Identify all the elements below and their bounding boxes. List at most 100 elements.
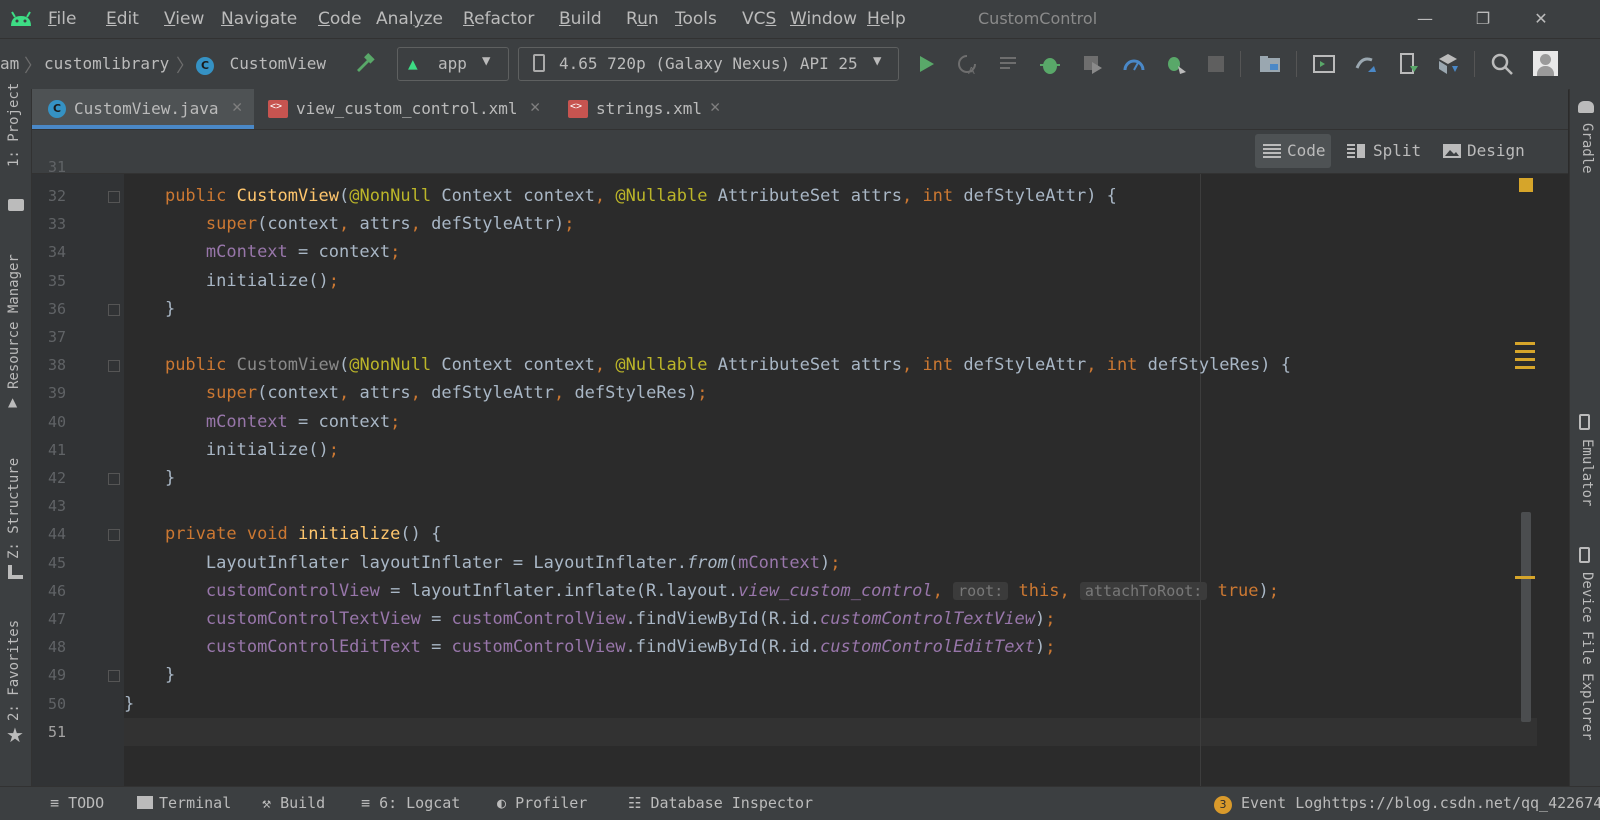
fold-marker-icon[interactable] (108, 360, 120, 373)
breadcrumb-file[interactable]: C CustomView (196, 54, 326, 75)
breadcrumb-separator: 〉 (176, 56, 194, 77)
inspection-status-icon[interactable] (1519, 178, 1533, 192)
editor-tabs: C CustomView.java ✕ view_custom_control.… (32, 89, 1568, 130)
gradle-icon (1578, 101, 1594, 113)
code-token: .findViewById(R.id. (625, 609, 821, 629)
tool-tab-resource-manager[interactable]: Resource Manager (6, 254, 22, 389)
menu-run[interactable]: Run (626, 9, 659, 29)
menu-build[interactable]: Build (559, 9, 602, 29)
close-window-icon[interactable]: ✕ (1528, 6, 1554, 32)
warning-marker[interactable] (1515, 576, 1535, 579)
tool-tab-structure[interactable]: Z: Structure (6, 458, 22, 559)
stop-icon[interactable] (1208, 56, 1224, 72)
warning-marker[interactable] (1515, 342, 1535, 345)
mode-code-button[interactable]: Code (1255, 134, 1331, 168)
code-token: , (338, 383, 360, 404)
phone-icon (533, 54, 545, 72)
menu-help[interactable]: Help (867, 9, 906, 29)
apply-changes-restart-icon[interactable]: A (955, 52, 979, 76)
line-number: 36 (47, 299, 66, 318)
tool-tab-emulator[interactable]: Emulator (1579, 439, 1595, 506)
apply-code-changes-icon[interactable] (998, 52, 1022, 76)
fold-marker-icon[interactable] (108, 303, 120, 316)
debug-icon[interactable] (1038, 52, 1062, 76)
line-number: 35 (47, 271, 66, 290)
editor-scrollbar[interactable] (1515, 174, 1568, 786)
code-token: } (164, 298, 176, 319)
code-token: @NonNull (349, 355, 432, 376)
run-icon[interactable] (914, 52, 938, 76)
warning-marker[interactable] (1515, 350, 1535, 353)
tool-tab-device-file-explorer[interactable]: Device File Explorer (1579, 572, 1595, 741)
code-editor[interactable]: public CustomView(@NonNull Context conte… (124, 174, 1537, 786)
restore-icon[interactable]: ❐ (1470, 6, 1496, 32)
tool-tab-gradle[interactable]: Gradle (1579, 123, 1595, 174)
build-tool-button[interactable]: ⚒ Build (262, 794, 325, 812)
code-token: , (901, 355, 923, 376)
code-token: true (1217, 580, 1259, 601)
menu-view[interactable]: View (164, 9, 204, 29)
line-number: 41 (47, 440, 66, 459)
breadcrumb-project[interactable]: am (0, 54, 19, 73)
tab-strings-xml[interactable]: strings.xml ✕ (554, 89, 740, 129)
fold-marker-icon[interactable] (108, 473, 120, 485)
debug-attach-icon[interactable] (1164, 52, 1188, 76)
tool-tab-project[interactable]: 1: Project (6, 83, 22, 167)
menu-vcs[interactable]: VCS (742, 9, 776, 29)
profiler-tool-button[interactable]: ◐ Profiler (497, 794, 587, 812)
code-token: (context (257, 383, 339, 404)
scrollbar-thumb[interactable] (1521, 512, 1531, 722)
attach-debugger-icon[interactable] (1080, 52, 1104, 76)
tool-tab-favorites[interactable]: 2: Favorites (6, 620, 22, 721)
avd-manager-icon[interactable] (1396, 52, 1420, 76)
sync-gradle-icon[interactable] (1354, 52, 1378, 76)
code-token: Context context (431, 186, 595, 206)
code-token: view_custom_control (738, 580, 933, 601)
run-config-select[interactable]: ▲ app ▼ (397, 47, 509, 81)
main-toolbar: am 〉 customlibrary 〉 C CustomView ▲ app … (0, 38, 1600, 90)
menu-navigate[interactable]: Navigate (221, 9, 297, 29)
fold-marker-icon[interactable] (108, 191, 120, 203)
close-tab-icon[interactable]: ✕ (530, 97, 540, 117)
layout-inspector-icon[interactable] (1312, 52, 1336, 76)
breadcrumb-module[interactable]: customlibrary (44, 54, 169, 73)
device-select[interactable]: 4.65 720p (Galaxy Nexus) API 25 ▼ (518, 47, 899, 81)
mode-design-button[interactable]: Design (1437, 134, 1533, 168)
minimize-icon[interactable]: — (1412, 6, 1438, 32)
fold-marker-icon[interactable] (108, 670, 120, 683)
menu-refactor[interactable]: Refactor (463, 9, 534, 29)
chevron-down-icon: ▼ (873, 53, 882, 69)
logcat-tool-button[interactable]: ≡ 6: Logcat (361, 794, 460, 812)
menu-edit[interactable]: Edit (106, 9, 139, 29)
build-hammer-icon[interactable] (353, 52, 377, 76)
close-tab-icon[interactable]: ✕ (232, 97, 242, 117)
mode-split-button[interactable]: Split (1341, 134, 1427, 168)
code-token: from (686, 552, 728, 573)
warning-marker[interactable] (1515, 358, 1535, 361)
code-token: defStyleAttr (431, 383, 554, 404)
search-icon[interactable] (1490, 52, 1514, 76)
tab-customview-java[interactable]: C CustomView.java ✕ (32, 89, 254, 129)
todo-tool-button[interactable]: ≡ TODO (50, 794, 104, 812)
menu-window[interactable]: Window (790, 9, 857, 29)
warning-marker[interactable] (1515, 366, 1535, 369)
profile-icon[interactable] (1122, 52, 1146, 76)
menu-file[interactable]: File (48, 9, 76, 29)
event-log-tool-button[interactable]: 3 Event Loghttps://blog.csdn.net/qq_4226… (1214, 794, 1600, 814)
tab-view-custom-control-xml[interactable]: view_custom_control.xml ✕ (254, 89, 544, 129)
menu-analyze[interactable]: Analyze (376, 9, 443, 29)
fold-marker-icon[interactable] (108, 529, 120, 542)
code-token: defStyleAttr) { (963, 186, 1117, 206)
terminal-tool-button[interactable]: Terminal (137, 794, 231, 812)
close-tab-icon[interactable]: ✕ (710, 97, 720, 117)
gauge-icon: ◐ (497, 794, 516, 812)
code-token: defStyleAttr (963, 355, 1087, 376)
java-class-icon: C (196, 57, 214, 75)
menu-code[interactable]: Code (318, 9, 362, 29)
sdk-manager-icon[interactable] (1436, 52, 1460, 76)
menu-tools[interactable]: Tools (675, 9, 717, 29)
avatar[interactable] (1533, 51, 1558, 76)
database-inspector-tool-button[interactable]: ☷ Database Inspector (628, 794, 813, 812)
project-structure-icon[interactable] (1258, 52, 1282, 76)
